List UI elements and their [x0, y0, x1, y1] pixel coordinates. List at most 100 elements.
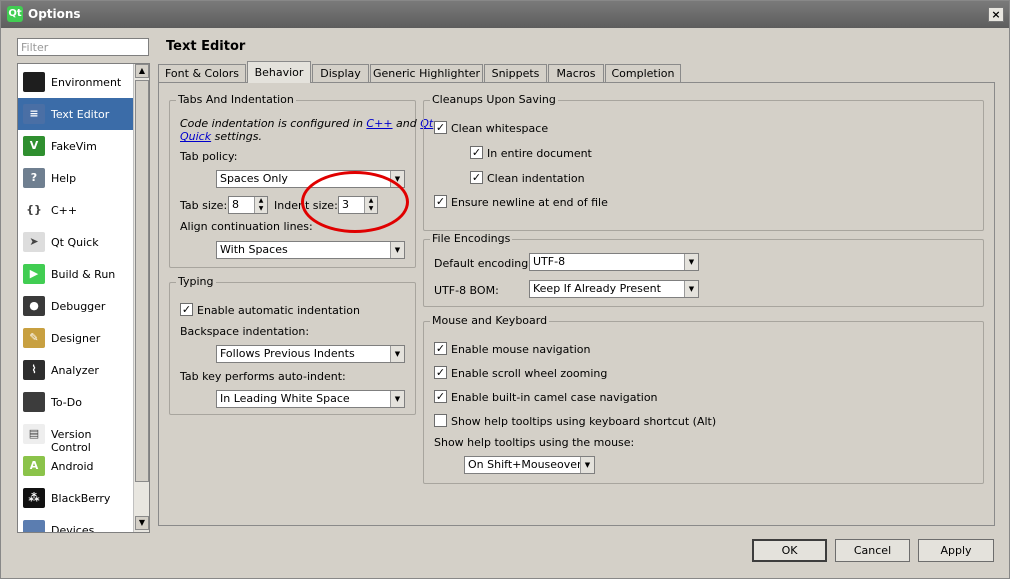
tab-completion[interactable]: Completion [605, 64, 681, 83]
sidebar-item-label: Debugger [51, 300, 106, 313]
file-encodings-group: File Encodings Default encoding: UTF-8 ▼… [423, 232, 984, 307]
help-mouse-combo[interactable]: On Shift+Mouseover ▼ [464, 456, 595, 474]
sidebar-item-designer[interactable]: ✎ Designer [18, 322, 133, 354]
page-title: Text Editor [166, 39, 246, 54]
sidebar-item-version-control[interactable]: ▤ Version Control [18, 418, 133, 454]
auto-indent-checkbox[interactable]: ✓ [180, 303, 193, 316]
align-continuation-label: Align continuation lines: [180, 220, 313, 233]
tab-size-spinbox[interactable]: 8 ▲ ▼ [228, 196, 268, 214]
category-scrollbar[interactable]: ▲ ▼ [133, 64, 149, 532]
combo-value: Keep If Already Present [533, 282, 661, 295]
group-title: Cleanups Upon Saving [430, 93, 558, 106]
sidebar-item-fakevim[interactable]: V FakeVim [18, 130, 133, 162]
combo-value: Spaces Only [220, 172, 288, 185]
sidebar-item-label: Text Editor [51, 108, 110, 121]
sidebar-item-environment[interactable]: Environment [18, 66, 133, 98]
sidebar-item-c[interactable]: {} C++ [18, 194, 133, 226]
spin-buttons[interactable]: ▲ ▼ [254, 197, 267, 213]
tab-size-label: Tab size: [180, 199, 228, 212]
group-title: Tabs And Indentation [176, 93, 296, 106]
utf8-bom-combo[interactable]: Keep If Already Present ▼ [529, 280, 699, 298]
cpp-link[interactable]: C++ [366, 117, 392, 130]
sidebar-item-help[interactable]: ? Help [18, 162, 133, 194]
sidebar-item-blackberry[interactable]: ⁂ BlackBerry [18, 482, 133, 514]
sidebar-item-label: Qt Quick [51, 236, 99, 249]
chevron-down-icon[interactable]: ▼ [390, 171, 404, 187]
scroll-thumb[interactable] [135, 80, 149, 482]
sidebar-item-debugger[interactable]: ● Debugger [18, 290, 133, 322]
utf8-bom-label: UTF-8 BOM: [434, 284, 499, 297]
backspace-combo[interactable]: Follows Previous Indents ▼ [216, 345, 405, 363]
document-icon: ▤ [23, 424, 45, 444]
sidebar-item-android[interactable]: A Android [18, 450, 133, 482]
close-button[interactable]: × [988, 7, 1004, 22]
tab-generic-highlighter[interactable]: Generic Highlighter [370, 64, 483, 83]
tab-snippets[interactable]: Snippets [484, 64, 547, 83]
sidebar-item-qt-quick[interactable]: ➤ Qt Quick [18, 226, 133, 258]
scroll-zoom-checkbox[interactable]: ✓ [434, 366, 447, 379]
indent-size-label: Indent size: [274, 199, 338, 212]
mouse-navigation-label: Enable mouse navigation [451, 343, 591, 356]
spin-buttons[interactable]: ▲ ▼ [364, 197, 377, 213]
default-encoding-label: Default encoding: [434, 257, 532, 270]
combo-value: UTF-8 [533, 255, 566, 268]
note-text: and [392, 117, 421, 130]
qt-quick-link[interactable]: Quick [180, 130, 211, 143]
scroll-up-icon[interactable]: ▲ [135, 64, 149, 78]
cleanups-group: Cleanups Upon Saving ✓ Clean whitespace … [423, 93, 984, 231]
tab-behavior[interactable]: Behavior [247, 61, 311, 83]
clean-whitespace-checkbox[interactable]: ✓ [434, 121, 447, 134]
apply-button[interactable]: Apply [918, 539, 994, 562]
spin-down-icon[interactable]: ▼ [255, 205, 267, 213]
sidebar-item-build-run[interactable]: ▶ Build & Run [18, 258, 133, 290]
ensure-newline-checkbox[interactable]: ✓ [434, 195, 447, 208]
spin-up-icon[interactable]: ▲ [365, 197, 377, 205]
sidebar-item-to-do[interactable]: To-Do [18, 386, 133, 418]
chevron-down-icon[interactable]: ▼ [684, 281, 698, 297]
sidebar-item-label: Designer [51, 332, 101, 345]
tab-font-colors[interactable]: Font & Colors [158, 64, 246, 83]
chevron-down-icon[interactable]: ▼ [390, 391, 404, 407]
sidebar-item-text-editor[interactable]: ≡ Text Editor [18, 98, 133, 130]
chevron-down-icon[interactable]: ▼ [390, 242, 404, 258]
scroll-down-icon[interactable]: ▼ [135, 516, 149, 530]
ok-button[interactable]: OK [752, 539, 827, 562]
sidebar-item-label: FakeVim [51, 140, 97, 153]
filter-input[interactable] [17, 38, 149, 56]
mouse-navigation-checkbox[interactable]: ✓ [434, 342, 447, 355]
cancel-button[interactable]: Cancel [835, 539, 910, 562]
chevron-down-icon[interactable]: ▼ [684, 254, 698, 270]
align-continuation-combo[interactable]: With Spaces ▼ [216, 241, 405, 259]
clean-indentation-checkbox[interactable]: ✓ [470, 171, 483, 184]
spin-down-icon[interactable]: ▼ [365, 205, 377, 213]
paper-plane-icon: ➤ [23, 232, 45, 252]
pencil-icon: ✎ [23, 328, 45, 348]
fakevim-icon: V [23, 136, 45, 156]
spin-value: 3 [342, 198, 349, 211]
tab-policy-combo[interactable]: Spaces Only ▼ [216, 170, 405, 188]
indent-size-spinbox[interactable]: 3 ▲ ▼ [338, 196, 378, 214]
auto-indent-label: Enable automatic indentation [197, 304, 360, 317]
tab-macros[interactable]: Macros [548, 64, 604, 83]
clean-indentation-label: Clean indentation [487, 172, 585, 185]
sidebar-item-label: BlackBerry [51, 492, 111, 505]
tabkey-combo[interactable]: In Leading White Space ▼ [216, 390, 405, 408]
chevron-down-icon[interactable]: ▼ [390, 346, 404, 362]
chevron-down-icon[interactable]: ▼ [580, 457, 594, 473]
combo-value: On Shift+Mouseover [468, 458, 582, 471]
sidebar-item-analyzer[interactable]: ⌇ Analyzer [18, 354, 133, 386]
camel-case-checkbox[interactable]: ✓ [434, 390, 447, 403]
default-encoding-combo[interactable]: UTF-8 ▼ [529, 253, 699, 271]
tabs-indentation-group: Tabs And Indentation Code indentation is… [169, 93, 433, 268]
sidebar-item-label: C++ [51, 204, 78, 217]
sidebar-item-devices[interactable]: Devices [18, 514, 133, 532]
tab-display[interactable]: Display [312, 64, 369, 83]
help-keyboard-checkbox[interactable] [434, 414, 447, 427]
combo-value: In Leading White Space [220, 392, 350, 405]
entire-document-label: In entire document [487, 147, 592, 160]
combo-value: With Spaces [220, 243, 288, 256]
indentation-note: Code indentation is configured in C++ an… [180, 117, 433, 130]
entire-document-checkbox[interactable]: ✓ [470, 146, 483, 159]
spin-up-icon[interactable]: ▲ [255, 197, 267, 205]
sidebar-item-label: Build & Run [51, 268, 116, 281]
